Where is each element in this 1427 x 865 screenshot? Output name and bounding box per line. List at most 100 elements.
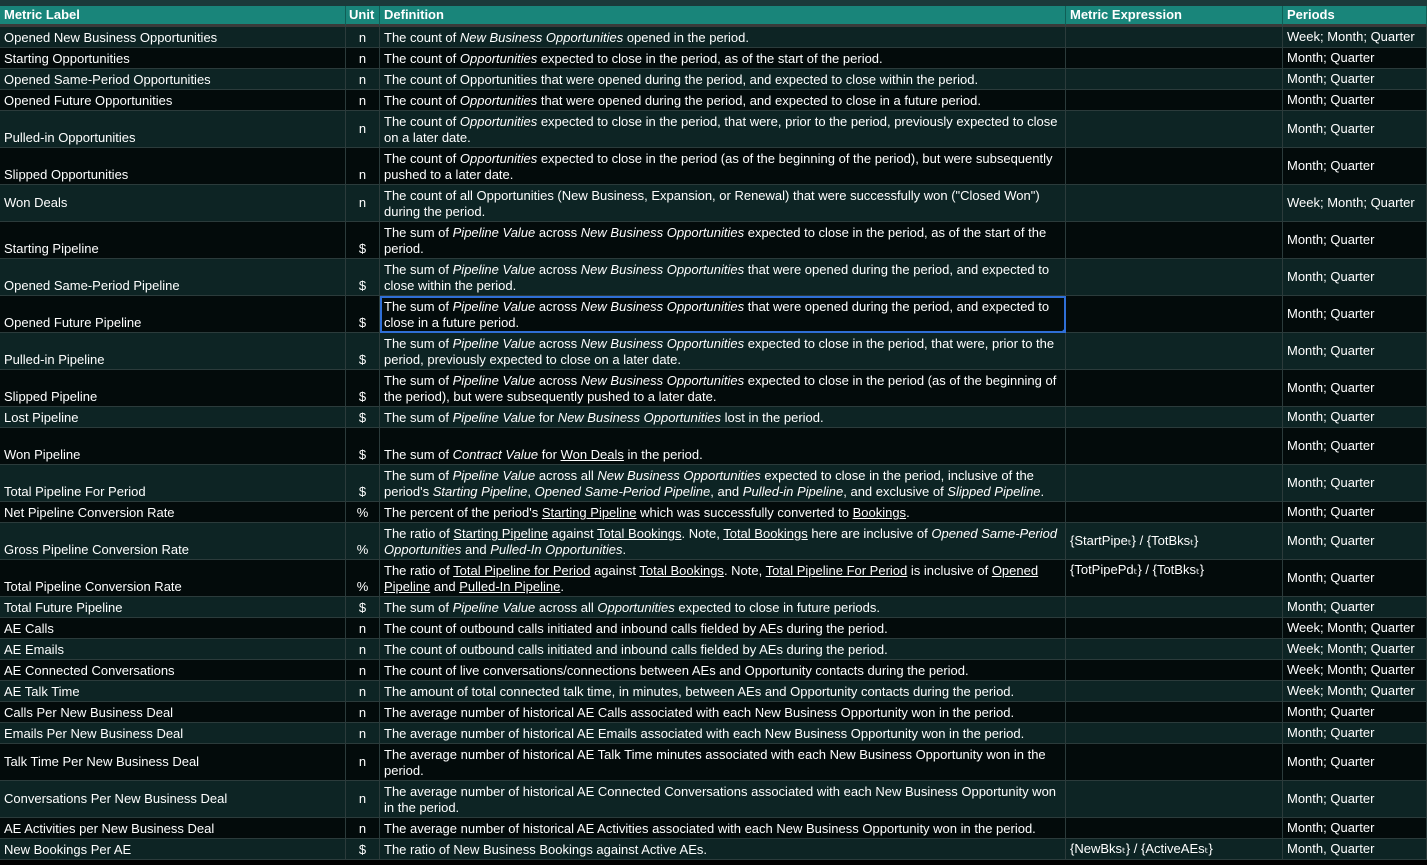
metric-expression-cell[interactable] xyxy=(1066,618,1283,639)
definition-cell[interactable]: The sum of Contract Value for Won Deals … xyxy=(380,428,1066,465)
periods-cell[interactable]: Week; Month; Quarter xyxy=(1283,185,1427,222)
periods-cell[interactable]: Month; Quarter xyxy=(1283,333,1427,370)
periods-cell[interactable]: Week; Month; Quarter xyxy=(1283,27,1427,48)
metric-label-cell[interactable]: Emails Per New Business Deal xyxy=(0,723,346,744)
metric-label-cell[interactable]: AE Activities per New Business Deal xyxy=(0,818,346,839)
metric-label-cell[interactable]: Total Pipeline For Period xyxy=(0,465,346,502)
unit-cell[interactable]: $ xyxy=(346,370,380,407)
metric-expression-cell[interactable] xyxy=(1066,660,1283,681)
definition-cell[interactable]: The percent of the period's Starting Pip… xyxy=(380,502,1066,523)
unit-cell[interactable]: n xyxy=(346,818,380,839)
unit-cell[interactable]: $ xyxy=(346,465,380,502)
metric-label-cell[interactable]: Lost Pipeline xyxy=(0,407,346,428)
metric-expression-cell[interactable] xyxy=(1066,111,1283,148)
metric-label-cell[interactable]: Pulled-in Pipeline xyxy=(0,333,346,370)
metric-expression-cell[interactable] xyxy=(1066,465,1283,502)
unit-cell[interactable]: $ xyxy=(346,597,380,618)
periods-cell[interactable]: Month; Quarter xyxy=(1283,259,1427,296)
definition-cell[interactable]: The sum of Pipeline Value across New Bus… xyxy=(380,259,1066,296)
definition-cell[interactable]: The sum of Pipeline Value across all New… xyxy=(380,465,1066,502)
metric-label-cell[interactable]: Pulled-in Opportunities xyxy=(0,111,346,148)
unit-cell[interactable]: % xyxy=(346,502,380,523)
metric-expression-cell[interactable] xyxy=(1066,702,1283,723)
metric-label-cell[interactable]: Slipped Opportunities xyxy=(0,148,346,185)
metric-label-cell[interactable]: AE Talk Time xyxy=(0,681,346,702)
metric-label-cell[interactable]: Starting Pipeline xyxy=(0,222,346,259)
definition-cell[interactable]: The sum of Pipeline Value across New Bus… xyxy=(380,222,1066,259)
unit-cell[interactable]: n xyxy=(346,90,380,111)
column-header-definition[interactable]: Definition xyxy=(380,6,1066,27)
definition-cell[interactable]: The sum of Pipeline Value across New Bus… xyxy=(380,333,1066,370)
unit-cell[interactable]: $ xyxy=(346,839,380,860)
metric-label-cell[interactable]: Opened Same-Period Pipeline xyxy=(0,259,346,296)
definition-cell[interactable]: The count of Opportunities expected to c… xyxy=(380,148,1066,185)
definition-cell[interactable]: The count of Opportunities expected to c… xyxy=(380,48,1066,69)
definition-cell[interactable]: The average number of historical AE Emai… xyxy=(380,723,1066,744)
periods-cell[interactable]: Month; Quarter xyxy=(1283,597,1427,618)
metric-label-cell[interactable]: New Bookings Per AE xyxy=(0,839,346,860)
metric-expression-cell[interactable] xyxy=(1066,90,1283,111)
periods-cell[interactable]: Week; Month; Quarter xyxy=(1283,660,1427,681)
definition-cell[interactable]: The ratio of Total Pipeline for Period a… xyxy=(380,560,1066,597)
periods-cell[interactable]: Month; Quarter xyxy=(1283,744,1427,781)
unit-cell[interactable]: n xyxy=(346,781,380,818)
column-header-unit[interactable]: Unit xyxy=(346,6,380,27)
metric-label-cell[interactable]: Gross Pipeline Conversion Rate xyxy=(0,523,346,560)
periods-cell[interactable]: Month; Quarter xyxy=(1283,370,1427,407)
metric-label-cell[interactable]: AE Calls xyxy=(0,618,346,639)
metric-label-cell[interactable]: Net Pipeline Conversion Rate xyxy=(0,502,346,523)
definition-cell[interactable]: The average number of historical AE Talk… xyxy=(380,744,1066,781)
metric-label-cell[interactable]: Won Deals xyxy=(0,185,346,222)
column-header-metric-label[interactable]: Metric Label xyxy=(0,6,346,27)
metric-expression-cell[interactable] xyxy=(1066,428,1283,465)
unit-cell[interactable]: $ xyxy=(346,407,380,428)
periods-cell[interactable]: Month; Quarter xyxy=(1283,502,1427,523)
periods-cell[interactable]: Month; Quarter xyxy=(1283,222,1427,259)
unit-cell[interactable]: n xyxy=(346,660,380,681)
unit-cell[interactable]: $ xyxy=(346,222,380,259)
periods-cell[interactable]: Month; Quarter xyxy=(1283,781,1427,818)
unit-cell[interactable]: n xyxy=(346,111,380,148)
metric-label-cell[interactable]: Talk Time Per New Business Deal xyxy=(0,744,346,781)
definition-cell[interactable]: The sum of Pipeline Value across all Opp… xyxy=(380,597,1066,618)
definition-cell[interactable]: The count of Opportunities expected to c… xyxy=(380,111,1066,148)
metric-expression-cell[interactable] xyxy=(1066,69,1283,90)
periods-cell[interactable]: Month; Quarter xyxy=(1283,560,1427,597)
metric-expression-cell[interactable] xyxy=(1066,296,1283,333)
metric-expression-cell[interactable] xyxy=(1066,185,1283,222)
definition-cell[interactable]: The average number of historical AE Call… xyxy=(380,702,1066,723)
periods-cell[interactable]: Week; Month; Quarter xyxy=(1283,639,1427,660)
unit-cell[interactable]: n xyxy=(346,27,380,48)
definition-cell[interactable]: The ratio of New Business Bookings again… xyxy=(380,839,1066,860)
periods-cell[interactable]: Month; Quarter xyxy=(1283,69,1427,90)
periods-cell[interactable]: Month; Quarter xyxy=(1283,702,1427,723)
definition-cell[interactable]: The count of outbound calls initiated an… xyxy=(380,639,1066,660)
metric-label-cell[interactable]: AE Connected Conversations xyxy=(0,660,346,681)
metric-expression-cell[interactable] xyxy=(1066,502,1283,523)
metric-label-cell[interactable]: Opened Future Opportunities xyxy=(0,90,346,111)
metric-expression-cell[interactable] xyxy=(1066,333,1283,370)
metric-expression-cell[interactable] xyxy=(1066,681,1283,702)
metric-expression-cell[interactable]: {NewBksₜ} / {ActiveAEsₜ} xyxy=(1066,839,1283,860)
metric-expression-cell[interactable] xyxy=(1066,148,1283,185)
metric-expression-cell[interactable] xyxy=(1066,370,1283,407)
metric-expression-cell[interactable] xyxy=(1066,744,1283,781)
metric-expression-cell[interactable] xyxy=(1066,259,1283,296)
metric-label-cell[interactable]: Total Pipeline Conversion Rate xyxy=(0,560,346,597)
unit-cell[interactable]: n xyxy=(346,681,380,702)
selection-fill-handle[interactable] xyxy=(1062,329,1065,332)
metric-expression-cell[interactable]: {TotPipePdₜ} / {TotBksₜ} xyxy=(1066,560,1283,597)
periods-cell[interactable]: Week; Month; Quarter xyxy=(1283,618,1427,639)
metric-label-cell[interactable]: Opened Same-Period Opportunities xyxy=(0,69,346,90)
unit-cell[interactable]: $ xyxy=(346,428,380,465)
periods-cell[interactable]: Month; Quarter xyxy=(1283,296,1427,333)
metric-expression-cell[interactable] xyxy=(1066,407,1283,428)
metric-label-cell[interactable]: Total Future Pipeline xyxy=(0,597,346,618)
metric-expression-cell[interactable] xyxy=(1066,723,1283,744)
definition-cell[interactable]: The count of live conversations/connecti… xyxy=(380,660,1066,681)
periods-cell[interactable]: Month; Quarter xyxy=(1283,818,1427,839)
metric-expression-cell[interactable] xyxy=(1066,597,1283,618)
unit-cell[interactable]: n xyxy=(346,639,380,660)
definition-cell[interactable]: The sum of Pipeline Value for New Busine… xyxy=(380,407,1066,428)
metric-expression-cell[interactable] xyxy=(1066,818,1283,839)
